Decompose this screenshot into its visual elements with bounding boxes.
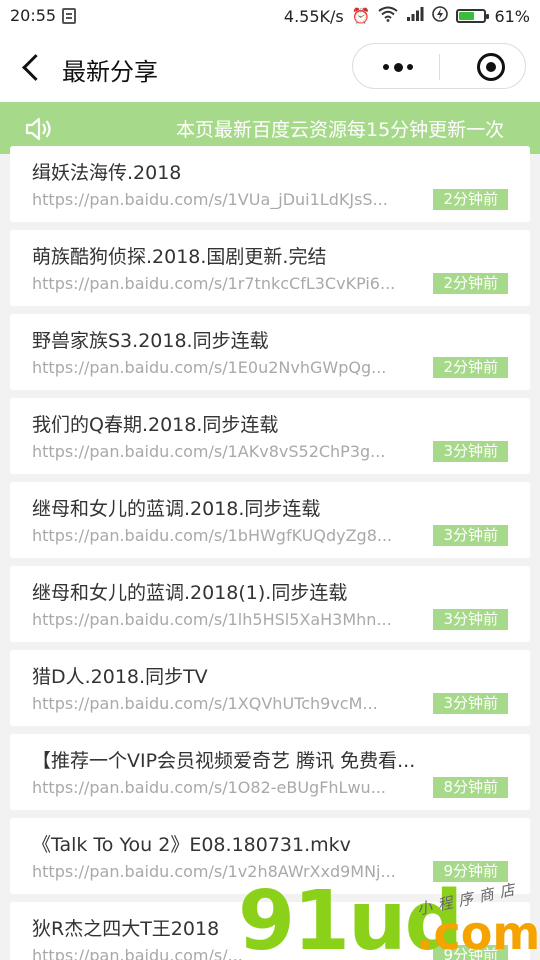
item-link: https://pan.baidu.com/s/1lh5HSl5XaH3Mhn.… [32,610,392,629]
item-link: https://pan.baidu.com/s/1bHWgfKUQdyZg8..… [32,526,393,545]
list-item[interactable]: 【推荐一个VIP会员视频爱奇艺 腾讯 免费看... https://pan.bai… [10,734,530,810]
network-speed: 4.55K/s [283,6,344,26]
page-title: 最新分享 [62,58,158,86]
chevron-left-icon[interactable] [18,52,46,82]
list-item[interactable]: 猎D人.2018.同步TV https://pan.baidu.com/s/1XQ… [10,650,530,726]
item-title: 狄R杰之四大T王2018 [32,918,220,940]
item-title: 《Talk To You 2》E08.180731.mkv [32,834,351,856]
more-dots-icon[interactable] [383,62,413,72]
time-badge: 3分钟前 [433,609,508,630]
item-title: 继母和女儿的蓝调.2018(1).同步连载 [32,582,348,604]
time-badge: 2分钟前 [433,273,508,294]
item-title: 缉妖法海传.2018 [32,162,182,184]
time-badge: 2分钟前 [433,189,508,210]
time-badge: 3分钟前 [433,693,508,714]
speaker-icon [24,116,54,142]
item-link: https://pan.baidu.com/s/1XQVhUTch9vcM... [32,694,378,713]
list-item[interactable]: 《Talk To You 2》E08.180731.mkv https://pan… [10,818,530,894]
status-time: 20:55 [10,6,57,25]
mini-program-capsule [352,43,526,89]
status-right: 4.55K/s ⏰ 61% [284,6,530,26]
item-link: https://pan.baidu.com/s/1r7tnkcCfL3CvKPi… [32,274,396,293]
time-badge: 3分钟前 [433,441,508,462]
alarm-icon: ⏰ [351,7,371,25]
list-item[interactable]: 我们的Q春期.2018.同步连载 https://pan.baidu.com/s/… [10,398,530,474]
item-title: 【推荐一个VIP会员视频爱奇艺 腾讯 免费看... [32,750,416,772]
item-title: 我们的Q春期.2018.同步连载 [32,414,279,436]
list-item[interactable]: 继母和女儿的蓝调.2018.同步连载 https://pan.baidu.com/… [10,482,530,558]
list-item[interactable]: 狄R杰之四大T王2018 https://pan.baidu.com/s/... 9… [10,902,530,960]
list-item[interactable]: 野兽家族S3.2018.同步连载 https://pan.baidu.com/s/… [10,314,530,390]
time-badge: 8分钟前 [433,777,508,798]
list-item[interactable]: 缉妖法海传.2018 https://pan.baidu.com/s/1VUa_j… [10,146,530,222]
item-title: 野兽家族S3.2018.同步连载 [32,330,269,352]
battery-level [459,12,475,20]
time-badge: 9分钟前 [433,945,508,960]
item-link: https://pan.baidu.com/s/1VUa_jDui1LdKJsS… [32,190,388,209]
item-link: https://pan.baidu.com/s/1AKv8vS52ChP3g..… [32,442,386,461]
app-icon [62,8,76,24]
time-badge: 2分钟前 [433,357,508,378]
item-title: 猎D人.2018.同步TV [32,666,208,688]
wifi-icon [378,6,399,26]
status-bar: 20:55 4.55K/s ⏰ 61% [0,0,540,32]
battery-icon [456,9,490,23]
list-item[interactable]: 萌族酷狗侦探.2018.国剧更新.完结 https://pan.baidu.com… [10,230,530,306]
list-item[interactable]: 继母和女儿的蓝调.2018(1).同步连载 https://pan.baidu.c… [10,566,530,642]
notice-text: 本页最新百度云资源每15分钟更新一次 [176,119,505,141]
item-title: 继母和女儿的蓝调.2018.同步连载 [32,498,321,520]
time-badge: 9分钟前 [433,861,508,882]
capsule-divider [439,54,440,80]
item-link: https://pan.baidu.com/s/1v2h8AWrXxd9MNj.… [32,862,396,881]
charging-icon [432,6,449,26]
item-link: https://pan.baidu.com/s/1E0u2NvhGWpQg... [32,358,387,377]
item-link: https://pan.baidu.com/s/1O82-eBUgFhLwu..… [32,778,386,797]
item-title: 萌族酷狗侦探.2018.国剧更新.完结 [32,246,327,268]
item-link: https://pan.baidu.com/s/... [32,946,243,960]
target-circle-icon[interactable] [477,53,505,81]
signal-icon [406,6,424,26]
time-badge: 3分钟前 [433,525,508,546]
nav-bar: 最新分享 [0,32,540,102]
battery-percent: 61% [494,6,530,26]
